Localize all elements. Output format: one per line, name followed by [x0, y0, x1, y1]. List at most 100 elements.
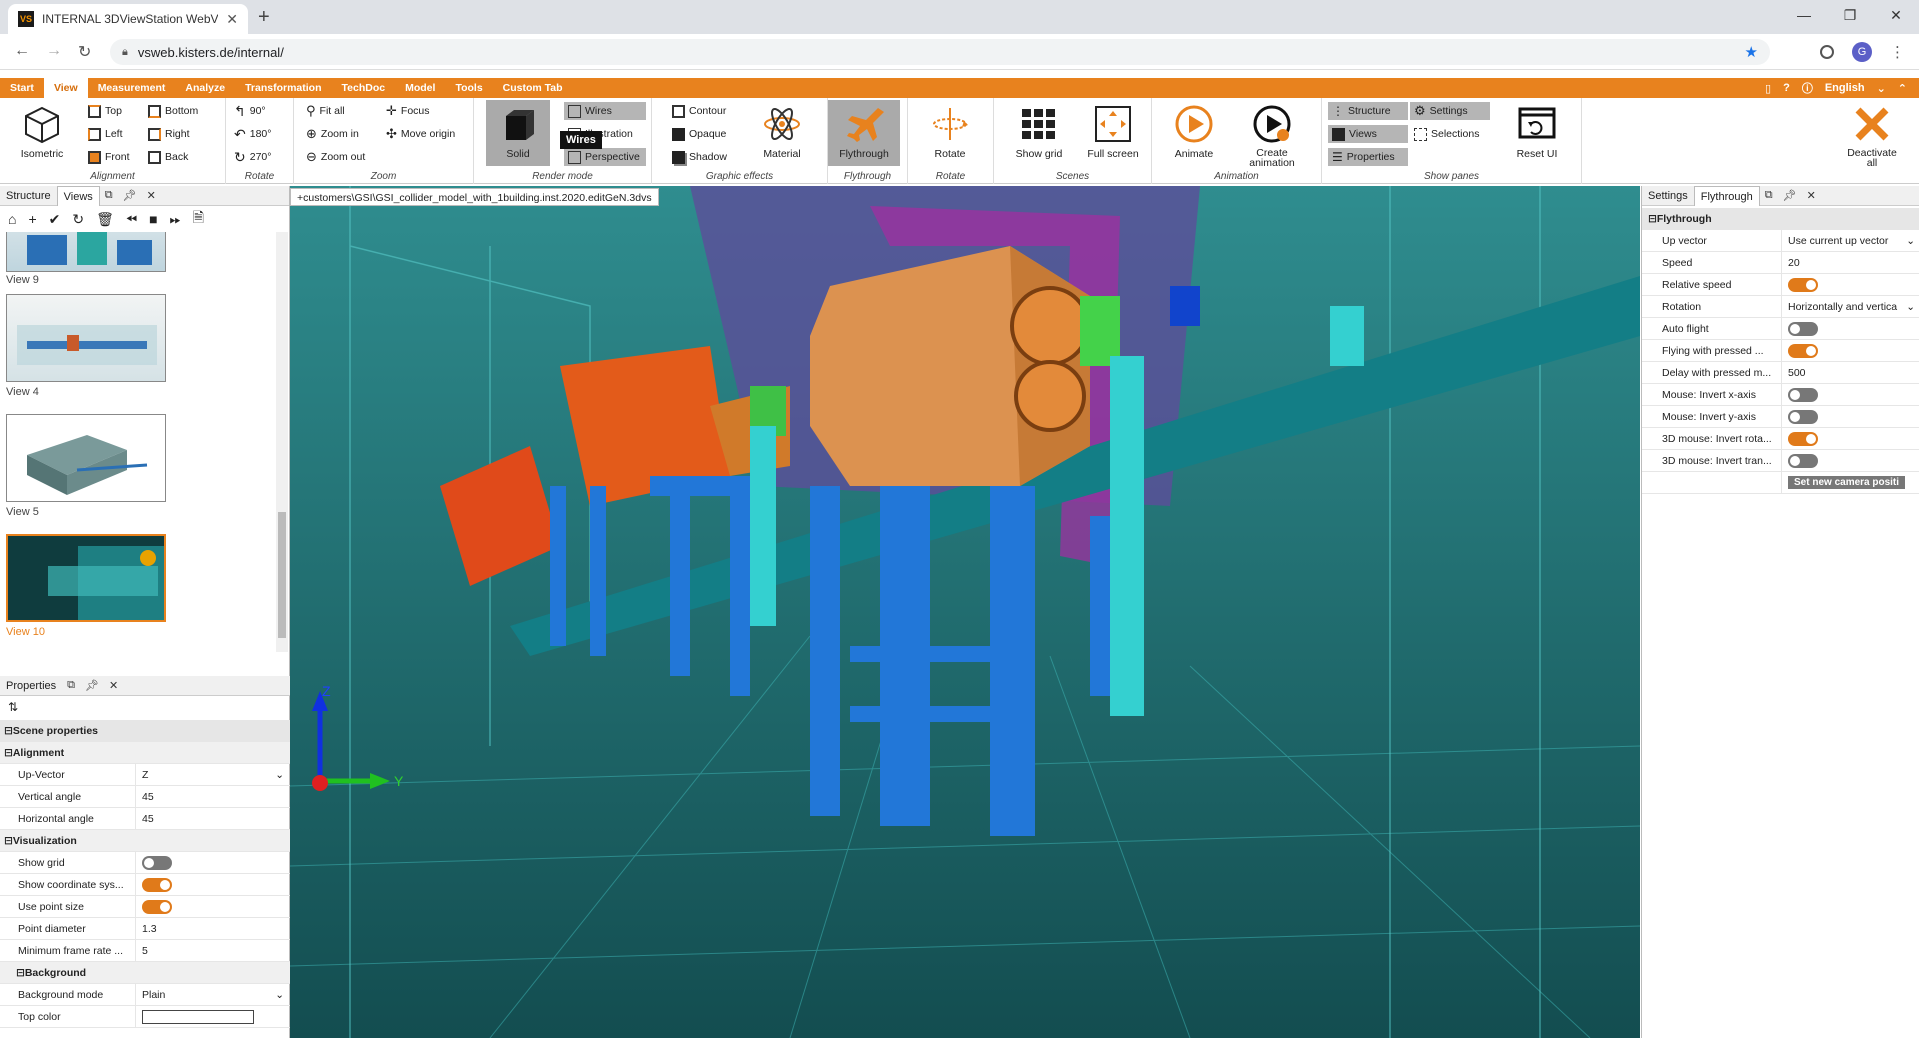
deactivate-all-button[interactable]: Deactivate all — [1836, 100, 1908, 168]
back-arrow-icon[interactable]: ← — [14, 42, 30, 60]
full-screen-button[interactable]: Full screen — [1078, 100, 1148, 166]
forward-arrow-icon[interactable]: → — [46, 42, 62, 60]
setting-value[interactable]: Horizontally and vertica ⌄ — [1782, 301, 1919, 313]
move-origin-button[interactable]: ✣ Move origin — [386, 125, 455, 143]
setting-value[interactable]: 500 — [1782, 367, 1919, 379]
undock-icon[interactable]: ⧉ — [67, 679, 75, 692]
url-text[interactable]: vsweb.kisters.de/internal/ — [138, 45, 1735, 60]
set-camera-position-cell[interactable]: Set new camera positi — [1782, 476, 1919, 489]
collapse-icon[interactable]: ⊟ — [16, 967, 25, 979]
setting-toggle[interactable] — [1782, 431, 1919, 446]
mobile-icon[interactable]: ▯ — [1765, 82, 1771, 95]
home-icon[interactable]: ⌂ — [8, 211, 16, 227]
window-close-icon[interactable]: ✕ — [1873, 0, 1919, 30]
rotate-button[interactable]: Rotate — [920, 100, 980, 166]
close-panel-icon[interactable]: ✕ — [147, 189, 156, 202]
create-animation-button[interactable]: Create animation — [1236, 100, 1308, 168]
setting-value[interactable]: 20 — [1782, 257, 1919, 269]
undock-icon[interactable]: ⧉ — [1765, 189, 1773, 202]
close-panel-icon[interactable]: ✕ — [1807, 189, 1816, 202]
chevron-down-icon[interactable]: ⌄ — [275, 769, 284, 781]
delete-icon[interactable]: 🗑︎ — [96, 211, 114, 228]
animate-button[interactable]: Animate — [1164, 100, 1224, 166]
minimize-icon[interactable]: — — [1781, 0, 1827, 30]
material-button[interactable]: Material — [752, 100, 812, 166]
setting-toggle[interactable] — [1782, 321, 1919, 336]
property-value[interactable]: 45 — [136, 791, 290, 803]
reload-icon[interactable]: ↻ — [78, 42, 91, 62]
views-scrollbar[interactable] — [276, 232, 288, 652]
menu-view[interactable]: View — [43, 78, 88, 98]
structure-pane-button[interactable]: ⋮ Structure — [1328, 102, 1408, 120]
rotate-180-button[interactable]: ↶ 180° — [234, 125, 271, 143]
property-toggle[interactable] — [136, 899, 290, 914]
zoom-in-button[interactable]: ⊕ Zoom in — [306, 125, 359, 143]
property-toggle[interactable] — [136, 855, 290, 870]
menu-start[interactable]: Start — [0, 78, 44, 98]
setting-value[interactable]: Use current up vector ⌄ — [1782, 235, 1919, 247]
toggle-switch[interactable] — [1788, 387, 1818, 402]
property-value[interactable]: 45 — [136, 813, 290, 825]
setting-toggle[interactable] — [1782, 387, 1919, 402]
selections-pane-button[interactable]: Selections — [1412, 125, 1479, 143]
chevron-down-icon[interactable]: ⌄ — [1906, 301, 1915, 313]
new-tab-icon[interactable]: + — [258, 6, 270, 29]
language-select[interactable]: English — [1825, 82, 1865, 94]
browser-menu-icon[interactable]: ⋮ — [1890, 43, 1905, 61]
views-pane-button[interactable]: Views — [1328, 125, 1408, 143]
toggle-switch[interactable] — [1788, 409, 1818, 424]
toggle-switch[interactable] — [1788, 343, 1818, 358]
right-view-button[interactable]: Right — [148, 125, 190, 143]
export-icon[interactable]: 🗎︎ — [193, 207, 204, 231]
toggle-switch[interactable] — [1788, 321, 1818, 336]
bookmark-star-icon[interactable]: ★ — [1745, 43, 1758, 61]
shadow-button[interactable]: Shadow — [672, 148, 727, 166]
toggle-switch[interactable] — [1788, 431, 1818, 446]
contour-button[interactable]: Contour — [672, 102, 726, 120]
tab-settings[interactable]: Settings — [1642, 186, 1694, 206]
settings-pane-button[interactable]: ⚙ Settings — [1410, 102, 1490, 120]
isometric-button[interactable]: Isometric — [12, 100, 72, 166]
show-grid-button[interactable]: Show grid — [1004, 100, 1074, 166]
toggle-switch[interactable] — [142, 855, 172, 870]
chevron-down-icon[interactable]: ⌄ — [275, 989, 284, 1001]
view-thumbnail[interactable] — [6, 414, 166, 502]
close-panel-icon[interactable]: ✕ — [109, 679, 118, 692]
property-value[interactable]: Plain ⌄ — [136, 989, 290, 1001]
chevron-down-icon[interactable]: ⌄ — [1877, 82, 1886, 95]
color-swatch[interactable] — [142, 1009, 254, 1024]
pin-icon[interactable]: 📌︎ — [85, 679, 99, 692]
opaque-button[interactable]: Opaque — [672, 125, 726, 143]
collapse-icon[interactable]: ⊟ — [4, 725, 13, 737]
toggle-switch[interactable] — [142, 899, 172, 914]
browser-tab[interactable]: VS INTERNAL 3DViewStation WebVi ✕ — [8, 4, 248, 34]
omnibox[interactable]: 🔒︎ vsweb.kisters.de/internal/ ★ — [110, 39, 1770, 65]
profile-avatar[interactable]: G — [1852, 42, 1872, 62]
restore-icon[interactable]: ❐ — [1827, 0, 1873, 30]
close-tab-icon[interactable]: ✕ — [226, 11, 238, 28]
flythrough-button[interactable]: Flythrough — [828, 100, 900, 166]
collapse-icon[interactable]: ⊟ — [4, 747, 13, 759]
front-view-button[interactable]: Front — [88, 148, 130, 166]
collapse-icon[interactable]: ⊟ — [4, 835, 13, 847]
property-value[interactable]: Z ⌄ — [136, 769, 290, 781]
rotate-90-button[interactable]: ↰ 90° — [234, 102, 266, 120]
setting-toggle[interactable] — [1782, 453, 1919, 468]
tab-structure[interactable]: Structure — [0, 186, 57, 206]
top-view-button[interactable]: Top — [88, 102, 122, 120]
setting-toggle[interactable] — [1782, 409, 1919, 424]
view-thumbnail[interactable] — [6, 294, 166, 382]
left-view-button[interactable]: Left — [88, 125, 123, 143]
back-view-button[interactable]: Back — [148, 148, 188, 166]
chevron-down-icon[interactable]: ⌄ — [1906, 235, 1915, 247]
set-camera-position-button[interactable]: Set new camera positi — [1788, 476, 1906, 489]
setting-toggle[interactable] — [1782, 277, 1919, 292]
refresh-icon[interactable]: ↻ — [72, 211, 84, 228]
menu-techdoc[interactable]: TechDoc — [332, 78, 396, 98]
add-view-icon[interactable]: + — [28, 211, 36, 227]
menu-measurement[interactable]: Measurement — [88, 78, 176, 98]
focus-button[interactable]: ✛ Focus — [386, 102, 430, 120]
perspective-button[interactable]: Perspective — [564, 148, 646, 166]
toggle-switch[interactable] — [1788, 277, 1818, 292]
fit-all-button[interactable]: ⚲ Fit all — [306, 102, 345, 120]
